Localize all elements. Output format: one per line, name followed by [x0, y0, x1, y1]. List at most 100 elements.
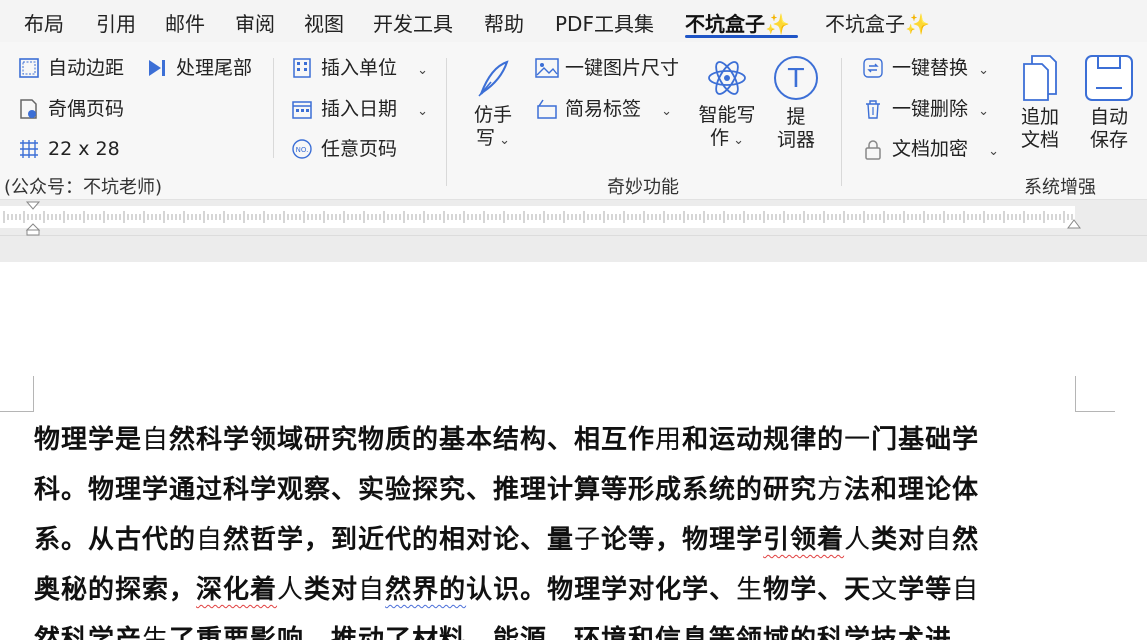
handwriting-button[interactable]: 仿手 写 ⌄ [466, 56, 520, 152]
text-line: 然科学产生了重要影响，推动了材料、能源、环境和信息等领域的科学技术进 [34, 625, 953, 640]
chevron-down-icon: ⌄ [661, 104, 672, 119]
menu-review[interactable]: 审阅 [235, 8, 275, 37]
process-tail-button[interactable]: 处理尾部 [146, 57, 252, 79]
one-click-delete-button[interactable]: 一键删除 ⌄ [862, 98, 989, 123]
skip-end-icon [149, 60, 165, 76]
swap-icon [863, 58, 883, 78]
auto-margins-button[interactable]: 自动边距 [18, 57, 124, 79]
page-margins-icon [19, 58, 39, 78]
menu-help[interactable]: 帮助 [484, 8, 524, 37]
chevron-down-icon: ⌄ [978, 63, 989, 78]
menu-bukeng-box[interactable]: 不坑盒子✨ [825, 8, 930, 37]
tag-icon [537, 99, 557, 119]
auto-save-label-1: 自动 [1089, 106, 1128, 128]
chevron-down-icon: ⌄ [728, 133, 745, 148]
auto-save-button[interactable]: 自动 保存 [1082, 54, 1136, 152]
document-encrypt-button[interactable]: 文档加密 ⌄ [862, 138, 999, 163]
right-indent-marker-icon[interactable] [1066, 218, 1082, 232]
menu-references[interactable]: 引用 [96, 8, 136, 37]
page-settings-icon [20, 99, 37, 119]
insert-date-button[interactable]: 插入日期 ⌄ [291, 98, 428, 123]
group-label-magic: 奇妙功能 [607, 177, 679, 198]
save-icon [1085, 55, 1133, 101]
text-line: 科。物理学通过科学观察、实验探究、推理计算等形成系统的研究方法和理论体 [34, 475, 980, 505]
one-click-delete-label: 一键删除 [892, 98, 969, 120]
menu-developer[interactable]: 开发工具 [373, 8, 453, 37]
menu-bukeng-box-active[interactable]: 不坑盒子✨ [685, 8, 790, 37]
group-separator [446, 58, 447, 186]
smart-writing-button[interactable]: 智能写 作 ⌄ [694, 56, 760, 152]
simple-tag-label: 简易标签 [565, 98, 642, 120]
group-separator [841, 58, 842, 186]
building-icon [293, 58, 311, 78]
menu-pdf-tools[interactable]: PDF工具集 [555, 8, 654, 37]
grammar-flag: 然界的 [385, 575, 467, 605]
menu-mailings[interactable]: 邮件 [165, 8, 205, 37]
odd-even-page-label: 奇偶页码 [48, 98, 125, 120]
chevron-down-icon: ⌄ [988, 144, 999, 159]
process-tail-label: 处理尾部 [176, 57, 253, 79]
indent-marker-icon[interactable] [25, 200, 41, 236]
trash-icon [866, 100, 880, 119]
auto-margins-label: 自动边距 [48, 57, 125, 79]
insert-date-label: 插入日期 [321, 98, 398, 120]
smart-writing-label-1: 智能写 [698, 104, 756, 126]
prompter-button[interactable]: T 提 词器 [769, 54, 823, 152]
wechat-note: (公众号：不坑老师) [4, 177, 163, 198]
menu-view[interactable]: 视图 [304, 8, 344, 37]
atom-icon [708, 61, 746, 95]
group-label-system: 系统增强 [1024, 177, 1096, 198]
spelling-flag: 深化着 [196, 575, 278, 605]
grid-icon [20, 140, 38, 158]
one-click-replace-button[interactable]: 一键替换 ⌄ [862, 57, 989, 82]
text-circle-icon: T [774, 56, 818, 100]
menu-bar: 布局 引用 邮件 审阅 视图 开发工具 帮助 PDF工具集 不坑盒子✨ 不坑盒子… [0, 0, 1147, 42]
horizontal-ruler[interactable] [0, 200, 1147, 236]
image-size-button[interactable]: 一键图片尺寸 [535, 57, 679, 79]
document-gap [0, 236, 1147, 262]
append-document-button[interactable]: 追加 文档 [1016, 54, 1064, 152]
append-document-label-1: 追加 [1020, 106, 1059, 128]
feather-pen-icon [478, 60, 509, 97]
insert-unit-button[interactable]: 插入单位 ⌄ [291, 57, 428, 82]
document-body[interactable]: 物理学是自然科学领域研究物质的基本结构、相互作用和运动规律的一门基础学 科。物理… [34, 415, 1064, 640]
chevron-down-icon: ⌄ [494, 133, 511, 148]
append-document-label-2: 文档 [1020, 129, 1059, 151]
any-page-number-label: 任意页码 [321, 138, 398, 160]
handwriting-label-2: 写 [475, 127, 495, 149]
text-line: 奥秘的探索，深化着人类对自然界的认识。物理学对化学、生物学、天文学等自 [34, 575, 980, 605]
text-line: 物理学是自然科学领域研究物质的基本结构、相互作用和运动规律的一门基础学 [34, 425, 980, 455]
menu-layout[interactable]: 布局 [24, 8, 64, 37]
ribbon: 自动边距 处理尾部 奇偶页码 22 x 28 (公众号：不坑老师) 插入单位 ⌄… [0, 42, 1147, 200]
text-line: 系。从古代的自然哲学，到近代的相对论、量子论等，物理学引领着人类对自然 [34, 525, 980, 555]
chevron-down-icon: ⌄ [417, 63, 428, 78]
number-badge-icon: NO. [292, 139, 312, 159]
lock-icon [865, 140, 881, 160]
prompter-label-2: 词器 [776, 129, 815, 151]
image-size-label: 一键图片尺寸 [565, 57, 680, 79]
svg-text:T: T [787, 64, 804, 94]
grid-size-button[interactable]: 22 x 28 [18, 138, 120, 160]
simple-tag-button[interactable]: 简易标签 ⌄ [535, 98, 672, 123]
prompter-label-1: 提 [786, 106, 806, 128]
odd-even-page-button[interactable]: 奇偶页码 [18, 98, 124, 120]
margin-corner-right [1075, 376, 1115, 412]
one-click-replace-label: 一键替换 [892, 57, 969, 79]
chevron-down-icon: ⌄ [417, 104, 428, 119]
document-encrypt-label: 文档加密 [892, 138, 969, 160]
ruler-strip [0, 206, 1075, 228]
calendar-icon [292, 101, 312, 119]
active-tab-indicator [685, 35, 798, 38]
handwriting-label-1: 仿手 [473, 104, 512, 126]
margin-corner-left [0, 376, 34, 412]
spelling-flag: 引领着 [763, 525, 845, 555]
grid-size-label: 22 x 28 [48, 138, 120, 160]
insert-unit-label: 插入单位 [321, 57, 398, 79]
any-page-number-button[interactable]: NO. 任意页码 [291, 138, 397, 160]
chevron-down-icon: ⌄ [978, 104, 989, 119]
auto-save-label-2: 保存 [1089, 129, 1128, 151]
group-separator [273, 58, 274, 158]
documents-icon [1023, 55, 1057, 101]
smart-writing-label-2: 作 [709, 127, 729, 149]
ruler-ticks [3, 211, 1073, 223]
